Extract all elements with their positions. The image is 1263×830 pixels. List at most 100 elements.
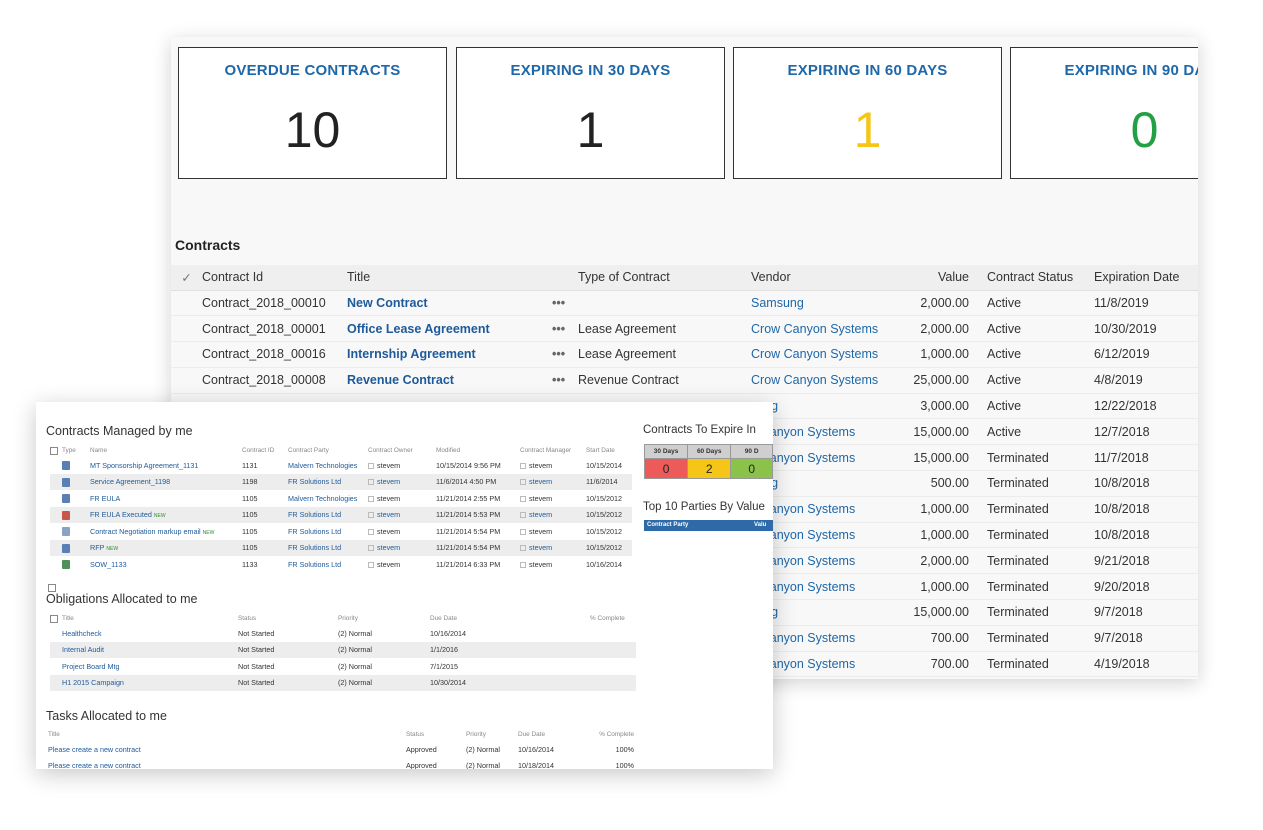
more-options-icon[interactable]: •••	[552, 290, 578, 317]
row-select[interactable]	[50, 490, 62, 507]
owner-link[interactable]: stevem	[377, 527, 400, 536]
row-select[interactable]	[50, 641, 62, 658]
table-row[interactable]: Healthcheck Not Started (2) Normal 10/16/20…	[50, 625, 636, 642]
row-select[interactable]	[50, 556, 62, 573]
manager-link[interactable]: stevem	[529, 477, 552, 486]
table-row[interactable]: Contract_2018_00008 Revenue Contract ••• Re…	[171, 367, 1198, 394]
select-all-check-icon[interactable]: ✓	[171, 265, 202, 291]
row-select[interactable]	[171, 290, 202, 317]
table-row[interactable]: SOW_1133 1133 FR Solutions Ltd stevem 11/21/…	[50, 556, 632, 573]
contract-party-link[interactable]: FR Solutions Ltd	[288, 560, 341, 569]
column-header-title[interactable]: Title	[347, 265, 552, 291]
column-header-title[interactable]: Title	[48, 728, 406, 741]
manager-link[interactable]: stevem	[529, 527, 552, 536]
document-name-link[interactable]: RFP	[90, 543, 104, 552]
owner-link[interactable]: stevem	[377, 494, 400, 503]
contract-title-link[interactable]: Office Lease Agreement	[347, 322, 490, 336]
table-row[interactable]: Contract_2018_00016 Internship Agreement •…	[171, 341, 1198, 368]
column-header-value[interactable]: Value	[896, 265, 979, 291]
contract-party-header[interactable]: Contract Party	[647, 522, 688, 528]
manager-link[interactable]: stevem	[529, 461, 552, 470]
row-select[interactable]	[50, 506, 62, 523]
select-all-checkbox[interactable]	[50, 444, 62, 457]
contract-title-link[interactable]: Revenue Contract	[347, 373, 454, 387]
manager-link[interactable]: stevem	[529, 494, 552, 503]
document-name-link[interactable]: Contract Negotiation markup email	[90, 527, 201, 536]
row-select[interactable]	[50, 625, 62, 642]
column-header-due-date[interactable]: Due Date	[518, 728, 582, 741]
column-header-type[interactable]: Type	[62, 444, 90, 457]
manager-link[interactable]: stevem	[529, 510, 552, 519]
column-header-priority[interactable]: Priority	[338, 612, 430, 625]
owner-link[interactable]: stevem	[377, 477, 400, 486]
column-header-expiration[interactable]: Expiration Date	[1094, 265, 1198, 291]
column-header-complete[interactable]: % Complete	[590, 612, 636, 625]
table-row[interactable]: Contract_2018_00001 Office Lease Agreemen…	[171, 315, 1198, 343]
overdue-contracts-tile[interactable]: OVERDUE CONTRACTS 10	[178, 47, 447, 179]
obligation-title-link[interactable]: H1 2015 Campaign	[62, 678, 124, 687]
owner-link[interactable]: stevem	[377, 461, 400, 470]
row-select[interactable]	[50, 539, 62, 556]
column-header-title[interactable]: Title	[62, 612, 238, 625]
contract-party-link[interactable]: Malvern Technologies	[288, 494, 357, 503]
column-header-contract-manager[interactable]: Contract Manager	[520, 444, 586, 457]
owner-link[interactable]: stevem	[377, 560, 400, 569]
more-options-icon[interactable]: •••	[552, 315, 578, 343]
contract-party-link[interactable]: FR Solutions Ltd	[288, 543, 341, 552]
document-name-link[interactable]: Service Agreement_1198	[90, 477, 170, 486]
table-row[interactable]: H1 2015 Campaign Not Started (2) Normal 10/…	[50, 674, 636, 691]
column-header-status[interactable]: Contract Status	[979, 265, 1094, 291]
manager-link[interactable]: stevem	[529, 543, 552, 552]
row-select[interactable]	[50, 473, 62, 490]
expire-90-value[interactable]: 0	[730, 458, 773, 479]
expire-30-value[interactable]: 0	[643, 458, 689, 479]
table-row[interactable]: FR EULA 1105 Malvern Technologies stevem 11/…	[50, 490, 632, 507]
table-row[interactable]: MT Sponsorship Agreement_1131 1131 Malvern…	[50, 457, 632, 474]
column-header-contract-id[interactable]: Contract ID	[242, 444, 288, 457]
column-header-due-date[interactable]: Due Date	[430, 612, 590, 625]
contract-title-link[interactable]: Internship Agreement	[347, 347, 476, 361]
table-row[interactable]: Project Board Mtg Not Started (2) Normal 7/…	[50, 658, 636, 675]
table-row[interactable]: Contract_2018_00010 New Contract ••• Samsun…	[171, 290, 1198, 317]
owner-link[interactable]: stevem	[377, 543, 400, 552]
expiring-60-days-tile[interactable]: EXPIRING IN 60 DAYS 1	[733, 47, 1002, 179]
column-header-status[interactable]: Status	[406, 728, 466, 741]
row-select[interactable]	[171, 367, 202, 394]
document-name-link[interactable]: MT Sponsorship Agreement_1131	[90, 461, 198, 470]
more-options-icon[interactable]: •••	[552, 341, 578, 368]
column-header-contract-owner[interactable]: Contract Owner	[368, 444, 436, 457]
table-row[interactable]: Contract Negotiation markup email NEW 1105…	[50, 523, 632, 540]
column-header-contract-id[interactable]: Contract Id	[202, 265, 347, 291]
row-select[interactable]	[171, 341, 202, 368]
obligation-title-link[interactable]: Healthcheck	[62, 629, 102, 638]
row-select[interactable]	[50, 674, 62, 691]
column-header-priority[interactable]: Priority	[466, 728, 518, 741]
select-all-checkbox[interactable]	[50, 612, 62, 625]
row-select[interactable]	[171, 315, 202, 343]
table-row[interactable]: Please create a new contract Approved (2) …	[48, 758, 634, 769]
contract-party-link[interactable]: FR Solutions Ltd	[288, 510, 341, 519]
value-header[interactable]: Valu	[754, 520, 766, 531]
table-row[interactable]: Internal Audit Not Started (2) Normal 1/1/2…	[50, 641, 636, 658]
row-select[interactable]	[50, 523, 62, 540]
vendor-link[interactable]: Samsung	[751, 296, 804, 310]
vendor-link[interactable]: Crow Canyon Systems	[751, 322, 878, 336]
contract-title-link[interactable]: New Contract	[347, 296, 428, 310]
expiring-30-days-tile[interactable]: EXPIRING IN 30 DAYS 1	[456, 47, 725, 179]
table-row[interactable]: RFP NEW 1105 FR Solutions Ltd stevem 11/21/20…	[50, 539, 632, 556]
document-name-link[interactable]: FR EULA Executed	[90, 510, 152, 519]
table-row[interactable]: Service Agreement_1198 1198 FR Solutions L…	[50, 473, 632, 490]
owner-link[interactable]: stevem	[377, 510, 400, 519]
table-row[interactable]: Please create a new contract Approved (2) …	[48, 741, 634, 758]
contract-party-link[interactable]: FR Solutions Ltd	[288, 477, 341, 486]
column-header-name[interactable]: Name	[90, 444, 242, 457]
obligation-title-link[interactable]: Project Board Mtg	[62, 662, 120, 671]
column-header-status[interactable]: Status	[238, 612, 338, 625]
row-select[interactable]	[50, 457, 62, 474]
task-title-link[interactable]: Please create a new contract	[48, 745, 141, 754]
manager-link[interactable]: stevem	[529, 560, 552, 569]
vendor-link[interactable]: Crow Canyon Systems	[751, 373, 878, 387]
document-name-link[interactable]: FR EULA	[90, 494, 120, 503]
contract-party-link[interactable]: Malvern Technologies	[288, 461, 357, 470]
table-row[interactable]: FR EULA Executed NEW 1105 FR Solutions Ltd s…	[50, 506, 632, 523]
